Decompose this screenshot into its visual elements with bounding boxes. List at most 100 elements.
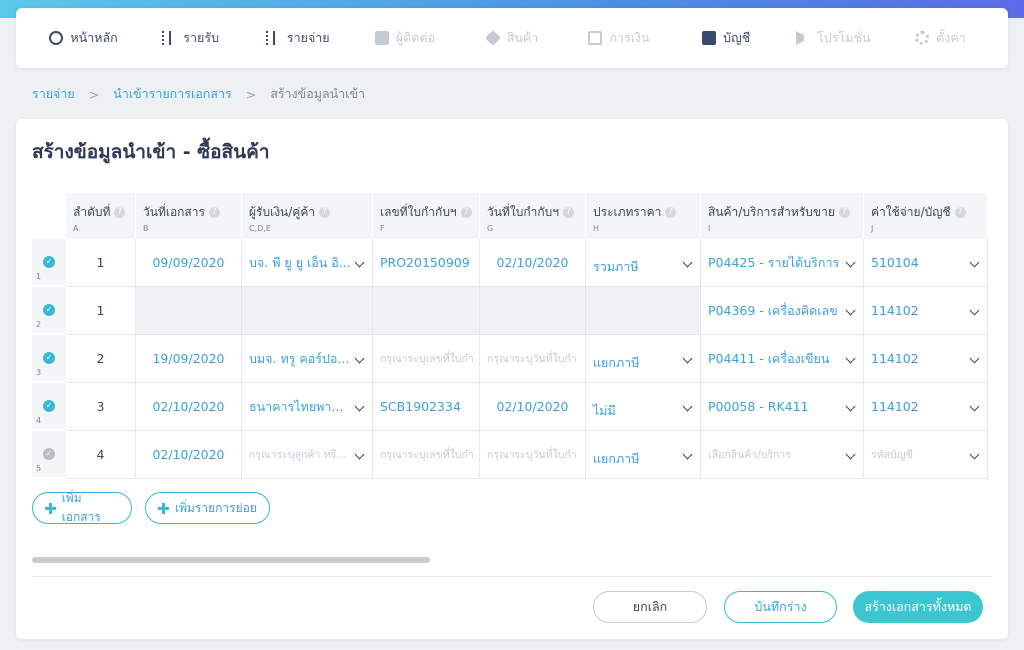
- cancel-button[interactable]: ยกเลิก: [593, 591, 707, 623]
- doc-date-cell[interactable]: 09/09/2020: [136, 239, 242, 287]
- column-label: วันที่ใบกำกับฯ: [487, 205, 559, 219]
- add-line-item-button[interactable]: เพิ่มรายการย่อย: [145, 492, 270, 524]
- help-icon[interactable]: ?: [319, 207, 331, 218]
- account-select[interactable]: 114102: [864, 383, 988, 431]
- nav-item-expense[interactable]: รายจ่าย: [244, 28, 351, 48]
- nav-item-accounting[interactable]: บัญชี: [673, 28, 780, 48]
- payee-select[interactable]: บมจ. ทรู คอร์ปอ...: [242, 335, 373, 383]
- nav-item-settings[interactable]: ตั้งค่า: [887, 28, 994, 48]
- row-number-cell[interactable]: ✓ 4: [32, 383, 66, 430]
- column-header: เลขที่ใบกำกับฯ? F: [373, 193, 480, 239]
- seq-cell[interactable]: 2: [66, 335, 136, 383]
- seq-cell[interactable]: 4: [66, 431, 136, 479]
- nav-item-promotion[interactable]: โปรโมชั่น: [780, 28, 887, 48]
- payee-select[interactable]: ธนาคารไทยพา...: [242, 383, 373, 431]
- help-icon[interactable]: ?: [114, 207, 126, 218]
- chevron-down-icon: [969, 353, 980, 364]
- table-row: ✓ 2 1 P04369 - เครื่องคิดเลข 114102: [32, 287, 988, 335]
- help-icon[interactable]: ?: [954, 207, 966, 218]
- breadcrumb-link-expense[interactable]: รายจ่าย: [32, 84, 75, 104]
- invoice-no-cell[interactable]: SCB1902334: [373, 383, 480, 431]
- table-row: ✓ 1 1 09/09/2020 บจ. พี ยู ยู เอ็น อิ...…: [32, 239, 988, 287]
- nav-item-home[interactable]: หน้าหลัก: [30, 28, 137, 48]
- seq-cell[interactable]: 3: [66, 383, 136, 431]
- contact-icon: [374, 31, 389, 45]
- row-number-cell[interactable]: ✓ 3: [32, 335, 66, 382]
- price-type-select[interactable]: รวมภาษี: [586, 239, 701, 287]
- horizontal-scrollbar[interactable]: [32, 557, 430, 563]
- price-type-value: แยกภาษี: [593, 354, 640, 370]
- product-value: P00058 - RK411: [708, 399, 809, 414]
- product-select[interactable]: P04425 - รายได้บริการ: [701, 239, 864, 287]
- product-select[interactable]: P04369 - เครื่องคิดเลข: [701, 287, 864, 335]
- payee-select[interactable]: บจ. พี ยู ยู เอ็น อิ...: [242, 239, 373, 287]
- row-number: 3: [36, 368, 42, 377]
- invoice-date-cell[interactable]: 02/10/2020: [480, 239, 586, 287]
- column-header: ลำดับที่? A: [66, 193, 136, 239]
- column-label: ผู้รับเงิน/คู่ค้า: [249, 205, 316, 219]
- row-number-cell[interactable]: ✓ 5: [32, 431, 66, 478]
- column-letter: C,D,E: [249, 224, 271, 233]
- price-type-select[interactable]: แยกภาษี: [586, 335, 701, 383]
- main-card: สร้างข้อมูลนำเข้า - ซื้อสินค้า ลำดับที่?…: [16, 119, 1008, 639]
- help-icon[interactable]: ?: [460, 207, 472, 218]
- price-type-select[interactable]: ไม่มี: [586, 383, 701, 431]
- row-number-cell[interactable]: ✓ 1: [32, 239, 66, 286]
- invoice-no-input[interactable]: กรุณาระบุเลขที่ใบกำ: [373, 431, 480, 479]
- chevron-down-icon: [845, 305, 856, 316]
- invoice-date-input[interactable]: กรุณาระบุวันที่ใบกำ: [480, 335, 586, 383]
- seq-cell[interactable]: 1: [66, 287, 136, 335]
- expense-bars-icon: [265, 31, 280, 45]
- nav-item-finance[interactable]: การเงิน: [566, 28, 673, 48]
- invoice-date-cell[interactable]: 02/10/2020: [480, 383, 586, 431]
- product-value: P04425 - รายได้บริการ: [708, 254, 840, 270]
- save-draft-button[interactable]: บันทึกร่าง: [724, 591, 837, 623]
- add-document-button[interactable]: เพิ่มเอกสาร: [32, 491, 132, 524]
- doc-date-cell[interactable]: 02/10/2020: [136, 431, 242, 479]
- help-icon[interactable]: ?: [562, 207, 574, 218]
- create-all-documents-button[interactable]: สร้างเอกสารทั้งหมด: [853, 591, 983, 623]
- nav-item-products[interactable]: สินค้า: [458, 28, 565, 48]
- help-icon[interactable]: ?: [208, 207, 220, 218]
- nav-label: บัญชี: [723, 30, 751, 45]
- row-number-cell[interactable]: ✓ 2: [32, 287, 66, 334]
- chevron-down-icon: [969, 257, 980, 268]
- doc-date-cell[interactable]: 02/10/2020: [136, 383, 242, 431]
- account-value: 114102: [871, 399, 919, 414]
- price-type-select[interactable]: แยกภาษี: [586, 431, 701, 479]
- nav-item-income[interactable]: รายรับ: [137, 28, 244, 48]
- chevron-down-icon: [354, 401, 365, 412]
- product-select[interactable]: P00058 - RK411: [701, 383, 864, 431]
- account-select[interactable]: 114102: [864, 335, 988, 383]
- breadcrumb-link-import[interactable]: นำเข้ารายการเอกสาร: [113, 84, 231, 104]
- column-letter: F: [380, 224, 385, 233]
- chevron-down-icon: [682, 401, 693, 412]
- column-header: วันที่เอกสาร? B: [136, 193, 242, 239]
- chevron-down-icon: [969, 449, 980, 460]
- invoice-date-input[interactable]: กรุณาระบุวันที่ใบกำ: [480, 431, 586, 479]
- account-select[interactable]: 510104: [864, 239, 988, 287]
- invoice-no-input[interactable]: กรุณาระบุเลขที่ใบกำ: [373, 335, 480, 383]
- chevron-down-icon: [845, 401, 856, 412]
- account-select[interactable]: รหัสบัญชี: [864, 431, 988, 479]
- doc-date-cell[interactable]: 19/09/2020: [136, 335, 242, 383]
- check-circle-icon: ✓: [43, 448, 55, 460]
- payee-select[interactable]: กรุณาระบุลูกค้า หรื...: [242, 431, 373, 479]
- check-circle-icon: ✓: [43, 256, 55, 268]
- button-label: เพิ่มเอกสาร: [61, 491, 101, 524]
- breadcrumb-separator: >: [88, 86, 100, 102]
- nav-label: โปรโมชั่น: [817, 30, 871, 45]
- help-icon[interactable]: ?: [665, 207, 677, 218]
- column-letter: I: [708, 224, 711, 233]
- seq-cell[interactable]: 1: [66, 239, 136, 287]
- invoice-no-cell[interactable]: PRO20150909: [373, 239, 480, 287]
- product-select[interactable]: เลือกสินค้า/บริการ: [701, 431, 864, 479]
- column-letter: J: [871, 224, 874, 233]
- megaphone-icon: [796, 31, 810, 45]
- chevron-down-icon: [682, 353, 693, 364]
- check-circle-icon: ✓: [43, 304, 55, 316]
- nav-item-contacts[interactable]: ผู้ติดต่อ: [351, 28, 458, 48]
- help-icon[interactable]: ?: [838, 207, 850, 218]
- product-select[interactable]: P04411 - เครื่องเขียน: [701, 335, 864, 383]
- account-select[interactable]: 114102: [864, 287, 988, 335]
